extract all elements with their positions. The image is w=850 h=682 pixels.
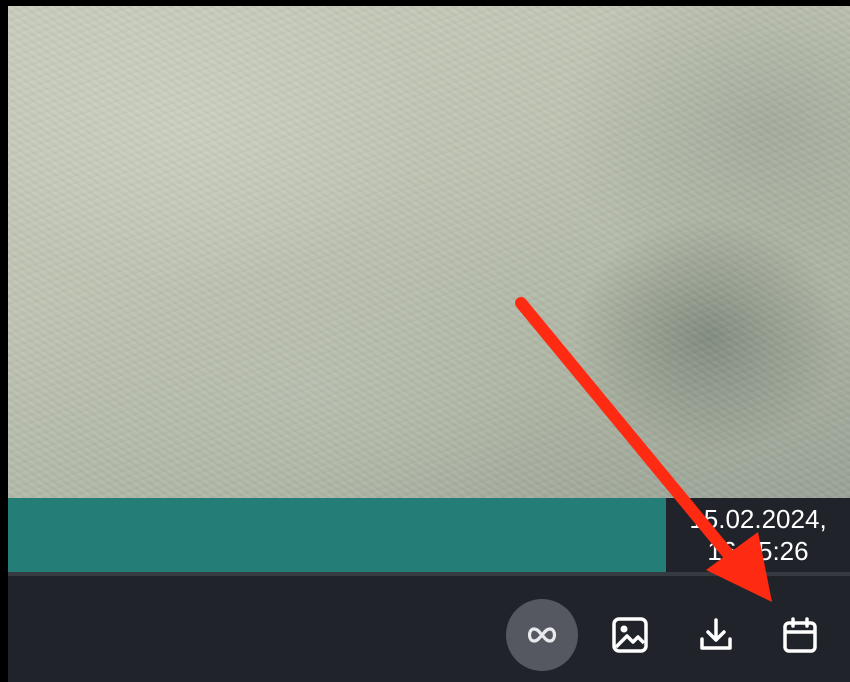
screenshot-border-left [0, 0, 8, 682]
video-frame[interactable] [8, 6, 850, 498]
player-toolbar [8, 576, 850, 682]
infinity-icon [525, 625, 559, 645]
timestamp-time: 16:45:26 [707, 536, 809, 566]
snapshot-button[interactable] [594, 599, 666, 671]
video-texture [8, 6, 850, 498]
download-button[interactable] [680, 599, 752, 671]
timeline-progress-bar[interactable] [8, 498, 666, 572]
calendar-icon [780, 615, 820, 655]
timestamp-date: 15.02.2024, [689, 504, 827, 534]
image-icon [610, 615, 650, 655]
loop-button[interactable] [506, 599, 578, 671]
calendar-button[interactable] [764, 599, 836, 671]
video-player: 15.02.2024, 16:45:26 [8, 6, 850, 682]
timestamp-display: 15.02.2024, 16:45:26 [666, 498, 850, 572]
download-icon [696, 615, 736, 655]
